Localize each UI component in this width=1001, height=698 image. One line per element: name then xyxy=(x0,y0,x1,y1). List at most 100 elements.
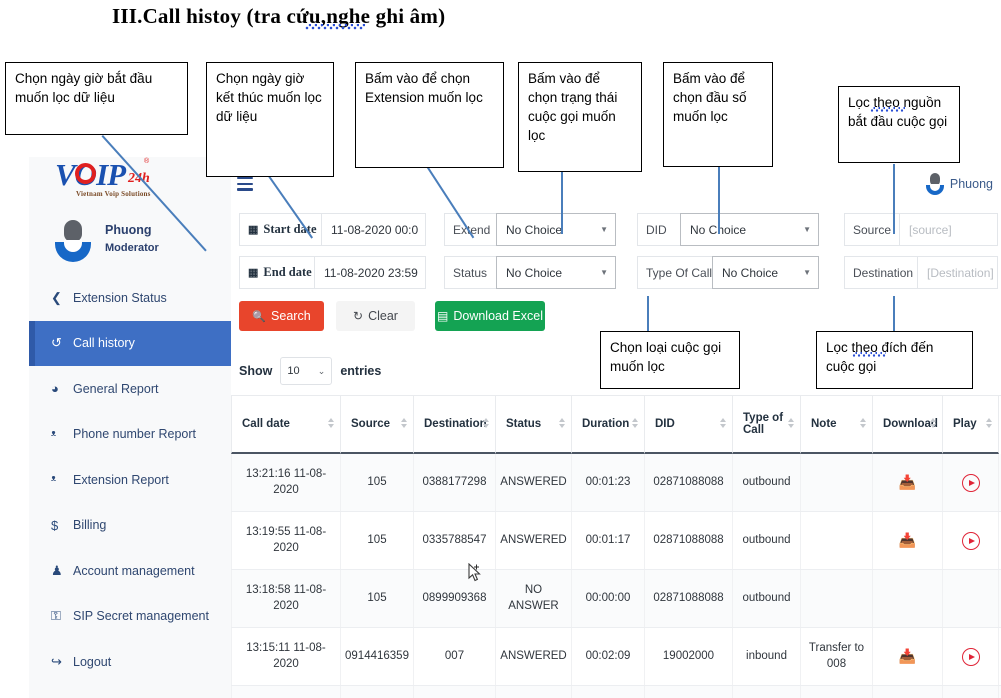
cell-did: 02871088088 xyxy=(645,570,733,627)
header-user[interactable]: Phuong xyxy=(925,173,993,195)
sidebar-item-label: Account management xyxy=(73,563,195,578)
source-input[interactable]: [source] xyxy=(899,213,998,246)
table-row[interactable]: 13:19:55 11-08-2020 105 0335788547 ANSWERED… xyxy=(231,512,1001,570)
cell-partial xyxy=(231,686,341,698)
bar-chart-icon: ᵜ xyxy=(51,472,57,488)
cell-source: 105 xyxy=(341,512,414,569)
cell-download[interactable]: 📥 xyxy=(873,454,943,511)
download-icon[interactable]: 📥 xyxy=(899,531,916,550)
cell-type-of-call: inbound xyxy=(733,628,801,685)
cell-partial xyxy=(572,686,645,698)
sidebar-item-account-management[interactable]: ♟ Account management xyxy=(29,548,231,594)
page-title: III.Call histoy (tra cứu,nghe ghi âm) xyxy=(112,4,446,28)
annotation-type-of-call: Chọn loại cuộc gọi muốn lọc xyxy=(600,331,740,389)
source-group[interactable]: Source [source] xyxy=(844,213,998,246)
sort-arrows-icon[interactable] xyxy=(986,418,993,430)
start-date-group[interactable]: ▦ Start date 11-08-2020 00:0 xyxy=(239,213,426,246)
column-header-call-date[interactable]: Call date xyxy=(231,396,341,454)
sort-arrows-icon[interactable] xyxy=(401,418,408,430)
play-icon[interactable] xyxy=(961,473,980,492)
table-row[interactable] xyxy=(231,686,1001,698)
column-header-download[interactable]: Download xyxy=(873,396,943,454)
status-select[interactable]: No Choice ▼ xyxy=(496,256,616,289)
end-date-group[interactable]: ▦ End date 11-08-2020 23:59 xyxy=(239,256,426,289)
cell-download[interactable]: 📥 xyxy=(873,628,943,685)
sidebar-item-logout[interactable]: ↪ Logout xyxy=(29,639,231,685)
download-icon[interactable]: 📥 xyxy=(899,473,916,492)
start-date-input[interactable]: 11-08-2020 00:0 xyxy=(321,213,426,246)
chevron-down-icon: ▼ xyxy=(803,268,811,277)
chevron-down-icon: ▼ xyxy=(600,225,608,234)
table-row[interactable]: 13:21:16 11-08-2020 105 0388177298 ANSWERED… xyxy=(231,454,1001,512)
column-header-label: Destination xyxy=(424,418,487,430)
mouse-cursor-icon xyxy=(468,563,481,582)
sidebar-item-sip-secret-management[interactable]: ⚿ SIP Secret management xyxy=(29,594,231,640)
type-of-call-group[interactable]: Type Of Call No Choice ▼ xyxy=(637,256,819,289)
sort-arrows-icon[interactable] xyxy=(720,418,727,430)
clear-button[interactable]: ↻ Clear xyxy=(336,301,415,331)
sidebar-item-label: Call history xyxy=(73,336,135,351)
sidebar-item-call-history[interactable]: ↺ Call history xyxy=(29,320,231,366)
sort-arrows-icon[interactable] xyxy=(788,418,795,430)
column-header-play[interactable]: Play xyxy=(943,396,999,454)
sort-arrows-icon[interactable] xyxy=(632,418,639,430)
sidebar-item-label: Extension Report xyxy=(73,472,169,487)
cell-type-of-call: outbound xyxy=(733,454,801,511)
hamburger-icon[interactable] xyxy=(237,177,253,191)
column-header-label: Duration xyxy=(582,418,630,430)
logo-o-ring-icon xyxy=(75,163,96,184)
cell-download[interactable]: 📥 xyxy=(873,512,943,569)
did-select[interactable]: No Choice ▼ xyxy=(680,213,819,246)
sort-arrows-icon[interactable] xyxy=(559,418,566,430)
refresh-icon: ↻ xyxy=(353,309,364,323)
sidebar-item-phone-number-report[interactable]: ᵜ Phone number Report xyxy=(29,412,231,458)
cell-type-of-call: outbound xyxy=(733,512,801,569)
sidebar-item-billing[interactable]: $ Billing xyxy=(29,503,231,549)
extend-select[interactable]: No Choice ▼ xyxy=(496,213,616,246)
column-header-destination[interactable]: Destination xyxy=(414,396,496,454)
column-header-type-of-call[interactable]: Type of Call xyxy=(733,396,801,454)
sidebar-item-extension-status[interactable]: ❮ Extension Status xyxy=(29,275,231,321)
column-header-source[interactable]: Source xyxy=(341,396,414,454)
sort-arrows-icon[interactable] xyxy=(483,418,490,430)
annotation-line-7 xyxy=(647,296,649,332)
column-header-label: Status xyxy=(506,418,542,430)
sidebar-item-extension-report[interactable]: ᵜ Extension Report xyxy=(29,457,231,503)
cell-did: 02871088088 xyxy=(645,512,733,569)
search-button[interactable]: 🔍 Search xyxy=(239,301,324,331)
table-row[interactable]: 13:15:11 11-08-2020 0914416359 007 ANSWERED… xyxy=(231,628,1001,686)
cell-destination: 0899909368 xyxy=(414,570,496,627)
share-icon: ❮ xyxy=(51,289,62,305)
cell-play[interactable] xyxy=(943,512,999,569)
status-group[interactable]: Status No Choice ▼ xyxy=(444,256,616,289)
sidebar-item-general-report[interactable]: ◕ General Report xyxy=(29,366,231,412)
sort-arrows-icon[interactable] xyxy=(930,418,937,430)
sort-arrows-icon[interactable] xyxy=(328,418,335,430)
did-group[interactable]: DID No Choice ▼ xyxy=(637,213,819,246)
column-header-did[interactable]: DID xyxy=(645,396,733,454)
play-icon[interactable] xyxy=(961,647,980,666)
download-excel-button[interactable]: ▤ Download Excel xyxy=(435,301,545,331)
table-row[interactable]: 13:18:58 11-08-2020 105 0899909368 NO ANSWE… xyxy=(231,570,1001,628)
calendar-icon: ▦ xyxy=(248,267,259,279)
sort-arrows-icon[interactable] xyxy=(860,418,867,430)
destination-group[interactable]: Destination [Destination] xyxy=(844,256,998,289)
cell-duration: 00:01:23 xyxy=(572,454,645,511)
play-icon[interactable] xyxy=(961,531,980,550)
entries-count-select[interactable]: 10 ⌄ xyxy=(280,357,333,385)
cell-partial xyxy=(943,686,999,698)
cell-play[interactable] xyxy=(943,454,999,511)
cell-call-date: 13:15:11 11-08-2020 xyxy=(231,628,341,685)
cell-play[interactable] xyxy=(943,628,999,685)
end-date-input[interactable]: 11-08-2020 23:59 xyxy=(314,256,426,289)
download-icon[interactable]: 📥 xyxy=(899,647,916,666)
column-header-note[interactable]: Note xyxy=(801,396,873,454)
entries-label: entries xyxy=(340,364,382,378)
main-content: Phuong ▦ Start date 11-08-2020 00:0 ▦ En… xyxy=(231,157,1001,698)
type-of-call-select[interactable]: No Choice ▼ xyxy=(712,256,819,289)
screenshot-root: III.Call histoy (tra cứu,nghe ghi âm) VO… xyxy=(0,0,1001,698)
annotation-start-date: Chọn ngày giờ bắt đầu muốn lọc dữ liệu xyxy=(5,62,188,135)
column-header-duration[interactable]: Duration xyxy=(572,396,645,454)
destination-input[interactable]: [Destination] xyxy=(917,256,998,289)
column-header-status[interactable]: Status xyxy=(496,396,572,454)
